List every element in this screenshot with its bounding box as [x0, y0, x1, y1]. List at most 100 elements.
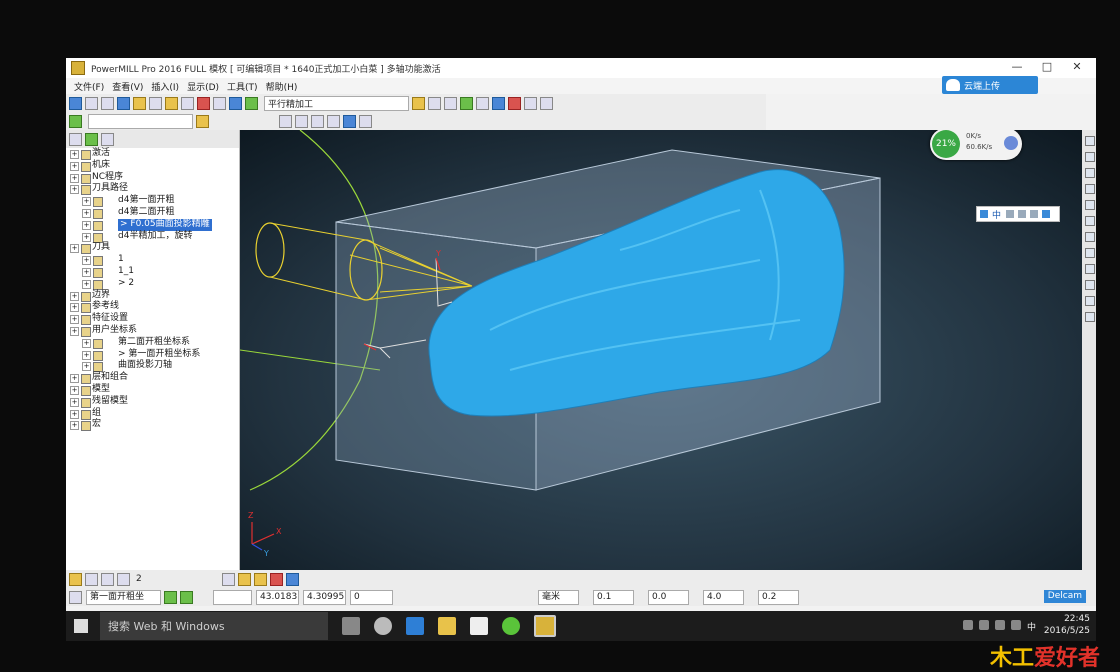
view-back-icon[interactable]: [1085, 200, 1095, 210]
shaded-icon[interactable]: [221, 572, 235, 586]
tool-icon[interactable]: [165, 96, 178, 110]
tree-item[interactable]: + 层和组合: [66, 372, 239, 385]
view-light-icon[interactable]: [1085, 296, 1095, 306]
tree-item[interactable]: + d4第二面开粗: [66, 207, 239, 219]
expand-toggle-icon[interactable]: +: [70, 397, 79, 407]
layer-c-icon[interactable]: [117, 572, 130, 586]
edge-icon[interactable]: [406, 617, 424, 635]
boost-icon[interactable]: [1004, 136, 1018, 150]
tree-item[interactable]: +1_1: [66, 266, 239, 278]
menu-help[interactable]: 帮助(H): [266, 80, 298, 93]
stop-icon[interactable]: [508, 96, 521, 110]
light-icon[interactable]: [279, 114, 292, 128]
view-globe-icon[interactable]: [1085, 280, 1095, 290]
expand-toggle-icon[interactable]: +: [82, 208, 91, 218]
menu-insert[interactable]: 插入(I): [151, 80, 179, 93]
edit-icon[interactable]: [412, 96, 425, 110]
tree-item[interactable]: + > 2: [66, 278, 239, 290]
pen-icon[interactable]: [285, 572, 299, 586]
view-shade-icon[interactable]: [1085, 248, 1095, 258]
view-top-icon[interactable]: [1085, 152, 1095, 162]
open-project-icon[interactable]: [69, 96, 82, 110]
workplane-align-icon[interactable]: [180, 590, 193, 604]
expand-toggle-icon[interactable]: +: [70, 150, 79, 159]
layer-icon[interactable]: [69, 114, 82, 128]
ime-mode[interactable]: 中: [992, 208, 1001, 221]
extra-field[interactable]: 0.2: [758, 589, 799, 605]
zoom-icon[interactable]: [359, 114, 372, 128]
view-wire-icon[interactable]: [1085, 264, 1095, 274]
tree-item[interactable]: + 刀具路径: [66, 183, 239, 196]
performance-widget[interactable]: 21% 0K/s 60.6K/s: [930, 130, 1022, 160]
tree-item[interactable]: + 特征设置: [66, 313, 239, 326]
start-icon[interactable]: [74, 619, 88, 633]
tree-view-icon[interactable]: [69, 132, 82, 146]
tray-icon-1[interactable]: [962, 620, 973, 630]
expand-toggle-icon[interactable]: +: [82, 362, 91, 372]
pick-field[interactable]: [213, 589, 252, 605]
ime-toolbar[interactable]: 中: [976, 206, 1060, 222]
tree-item[interactable]: + 刀具: [66, 242, 239, 255]
unit-field[interactable]: 毫米: [538, 589, 579, 605]
tree-item[interactable]: + 边界: [66, 290, 239, 302]
expand-toggle-icon[interactable]: +: [70, 291, 79, 301]
print-icon[interactable]: [101, 96, 114, 110]
toolpath-pin-icon[interactable]: [196, 114, 209, 128]
strategy-select[interactable]: 平行精加工: [264, 95, 409, 111]
stepover-field[interactable]: 4.0: [703, 589, 744, 605]
close-button[interactable]: ✕: [1062, 60, 1092, 73]
expand-toggle-icon[interactable]: +: [70, 374, 79, 384]
save-project-icon[interactable]: [85, 96, 98, 110]
expand-toggle-icon[interactable]: +: [70, 244, 79, 254]
expand-toggle-icon[interactable]: +: [70, 421, 79, 431]
graphics-viewport[interactable]: Z X Y Y 21% 0K/s 60.6K/s 中: [240, 130, 1082, 570]
tree-item[interactable]: + d4第一面开粗: [66, 195, 239, 208]
store-icon[interactable]: [470, 617, 488, 635]
expand-toggle-icon[interactable]: +: [70, 173, 79, 183]
tree-item[interactable]: + 宏: [66, 419, 239, 432]
snap-icon[interactable]: [269, 572, 283, 586]
expand-toggle-icon[interactable]: +: [70, 185, 79, 195]
calc-icon[interactable]: [444, 96, 457, 110]
tool-state-icon[interactable]: [69, 572, 82, 586]
features-icon[interactable]: [213, 96, 226, 110]
rapid-move-icon[interactable]: [133, 96, 146, 110]
tree-item[interactable]: + 残留模型: [66, 396, 239, 408]
expand-toggle-icon[interactable]: +: [82, 197, 91, 207]
settings-icon[interactable]: [101, 132, 114, 146]
network-icon[interactable]: [994, 620, 1005, 630]
simulate-icon[interactable]: [492, 96, 505, 110]
tree-item[interactable]: + 第二面开粗坐标系: [66, 337, 239, 349]
pause-icon[interactable]: [327, 114, 340, 128]
tree-item[interactable]: + d4半精加工，旋转: [66, 231, 239, 243]
sim-slider-icon[interactable]: [343, 114, 356, 128]
view-fit-icon[interactable]: [1085, 232, 1095, 242]
layer-a-icon[interactable]: [85, 572, 98, 586]
clock[interactable]: 22:45 2016/5/25: [1044, 613, 1090, 637]
layer-b-icon[interactable]: [101, 572, 114, 586]
view-side-icon[interactable]: [1085, 184, 1095, 194]
expand-toggle-icon[interactable]: +: [70, 303, 79, 313]
layer-select[interactable]: [88, 113, 193, 129]
menu-display[interactable]: 显示(D): [187, 80, 219, 93]
menu-file[interactable]: 文件(F): [74, 80, 104, 93]
expand-toggle-icon[interactable]: +: [82, 350, 91, 360]
pattern-icon[interactable]: [197, 96, 210, 110]
workplane-edit-icon[interactable]: [164, 590, 177, 604]
expand-toggle-icon[interactable]: +: [82, 232, 91, 242]
tolerance-field[interactable]: 0.1: [593, 589, 634, 605]
minimize-button[interactable]: —: [1002, 60, 1032, 73]
app-icon-1[interactable]: [374, 617, 392, 635]
taskbar-ime[interactable]: 中: [1027, 620, 1036, 633]
tree-item[interactable]: + > 第一面开粗坐标系: [66, 349, 239, 361]
tree-item[interactable]: + 机床: [66, 160, 239, 172]
view-measure-icon[interactable]: [1085, 312, 1095, 322]
toolpath-icon[interactable]: [229, 96, 242, 110]
expand-toggle-icon[interactable]: +: [82, 220, 91, 230]
expand-toggle-icon[interactable]: +: [70, 161, 79, 171]
probe-icon[interactable]: [237, 572, 251, 586]
menu-tools[interactable]: 工具(T): [227, 80, 258, 93]
expand-toggle-icon[interactable]: +: [70, 409, 79, 419]
tree-item[interactable]: + > F0.05曲面投影精雕: [66, 218, 239, 231]
tree-item[interactable]: +1: [66, 254, 239, 267]
